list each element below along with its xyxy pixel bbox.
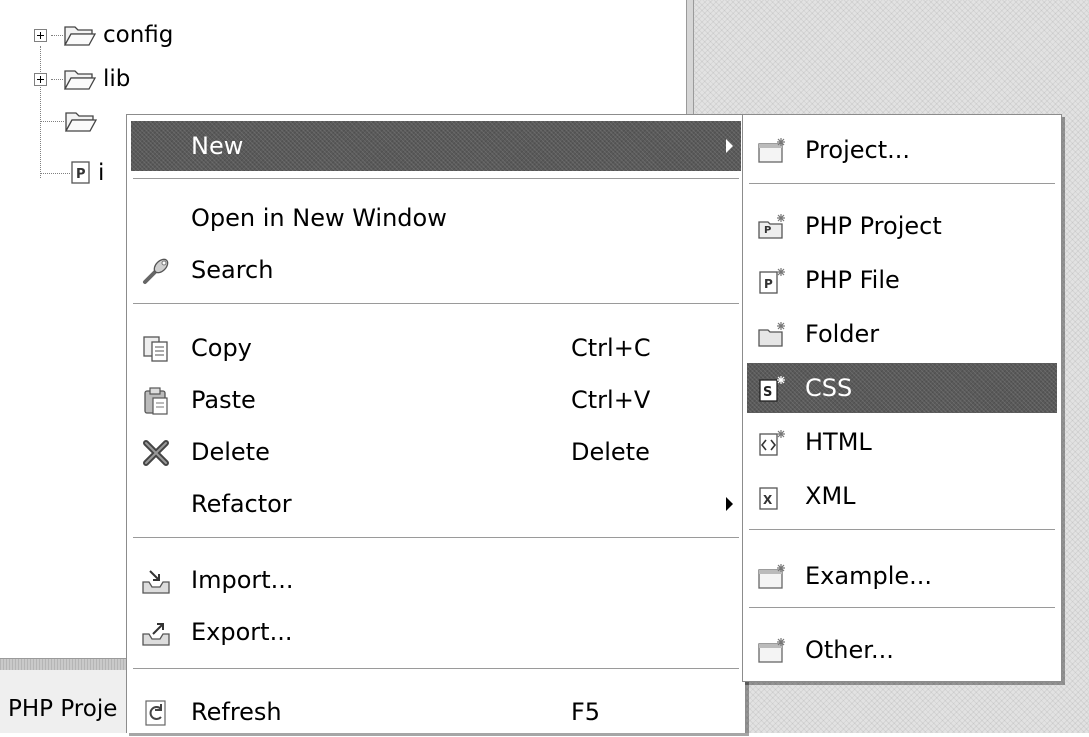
svg-text:X: X	[763, 493, 773, 507]
submenu-arrow-icon	[726, 497, 733, 511]
new-xml-file-icon: X	[757, 482, 787, 512]
folder-icon	[63, 23, 97, 47]
menu-separator	[133, 668, 739, 670]
menu-separator	[133, 178, 739, 180]
import-icon	[141, 566, 171, 596]
expand-icon[interactable]	[34, 72, 47, 86]
svg-text:P: P	[764, 277, 773, 291]
folder-icon	[63, 67, 97, 91]
context-menu: New Open in New Window Search Copy Ctrl+…	[126, 114, 746, 733]
tree-item-config[interactable]: config	[34, 18, 173, 52]
menu-item-import[interactable]: Import...	[131, 555, 741, 605]
new-other-wizard-icon	[757, 636, 787, 666]
menu-separator	[133, 303, 739, 305]
menu-item-shortcut: Delete	[571, 438, 650, 466]
submenu-item-example[interactable]: Example...	[747, 551, 1057, 601]
submenu-item-project[interactable]: Project...	[747, 125, 1057, 175]
menu-item-label: Refactor	[191, 490, 292, 518]
menu-item-label: PHP File	[805, 266, 900, 294]
flashlight-icon	[141, 256, 171, 286]
tree-item-label: lib	[103, 66, 131, 92]
menu-item-label: Open in New Window	[191, 204, 447, 232]
tree-item-label: i	[98, 160, 105, 186]
menu-separator	[749, 183, 1055, 185]
new-folder-icon	[757, 320, 787, 350]
status-text: PHP Proje	[8, 696, 118, 722]
menu-item-new[interactable]: New	[131, 121, 741, 171]
menu-item-label: Other...	[805, 636, 894, 664]
tree-connector	[40, 120, 64, 122]
menu-separator	[133, 537, 739, 539]
menu-separator	[749, 607, 1055, 609]
tree-connector	[51, 34, 63, 36]
expand-icon[interactable]	[34, 28, 47, 42]
menu-item-label: PHP Project	[805, 212, 942, 240]
menu-item-paste[interactable]: Paste Ctrl+V	[131, 375, 741, 425]
menu-item-label: Example...	[805, 562, 933, 590]
tree-item-selected-folder[interactable]	[40, 104, 104, 138]
tree-item-php-file[interactable]: P i	[40, 156, 104, 190]
submenu-item-folder[interactable]: Folder	[747, 309, 1057, 359]
tree-item-label: config	[103, 22, 174, 48]
copy-icon	[141, 334, 171, 364]
submenu-item-php-file[interactable]: P PHP File	[747, 255, 1057, 305]
paste-icon	[141, 386, 171, 416]
menu-item-copy[interactable]: Copy Ctrl+C	[131, 323, 741, 373]
tree-connector	[51, 78, 63, 80]
menu-item-refactor[interactable]: Refactor	[131, 479, 741, 529]
new-php-project-icon: P	[757, 212, 787, 242]
submenu-arrow-icon	[726, 139, 733, 153]
svg-text:P: P	[764, 225, 771, 236]
svg-text:S: S	[763, 385, 772, 400]
menu-item-label: CSS	[805, 374, 853, 402]
new-submenu: Project... P PHP Project P PHP File Fold…	[742, 114, 1062, 682]
menu-item-label: Export...	[191, 618, 293, 646]
tree-connector	[40, 172, 70, 174]
php-file-icon: P	[70, 160, 92, 186]
submenu-item-xml[interactable]: X XML	[747, 471, 1057, 521]
menu-item-shortcut: Ctrl+C	[571, 334, 651, 362]
menu-item-label: Copy	[191, 334, 252, 362]
menu-item-label: Search	[191, 256, 274, 284]
menu-item-label: Refresh	[191, 698, 282, 726]
submenu-item-php-project[interactable]: P PHP Project	[747, 201, 1057, 251]
menu-item-export[interactable]: Export...	[131, 607, 741, 657]
submenu-item-other[interactable]: Other...	[747, 625, 1057, 675]
new-project-wizard-icon	[757, 136, 787, 166]
menu-item-label: HTML	[805, 428, 872, 456]
menu-separator	[749, 529, 1055, 531]
new-example-wizard-icon	[757, 562, 787, 592]
export-icon	[141, 618, 171, 648]
menu-item-open-in-new-window[interactable]: Open in New Window	[131, 193, 741, 243]
menu-item-shortcut: F5	[571, 698, 601, 726]
submenu-item-css[interactable]: S CSS	[747, 363, 1057, 413]
menu-item-delete[interactable]: Delete Delete	[131, 427, 741, 477]
folder-icon	[64, 109, 98, 133]
new-html-file-icon	[757, 428, 787, 458]
menu-item-label: XML	[805, 482, 856, 510]
menu-item-shortcut: Ctrl+V	[571, 386, 651, 414]
menu-item-search[interactable]: Search	[131, 245, 741, 295]
menu-item-label: Import...	[191, 566, 294, 594]
refresh-icon	[141, 698, 171, 728]
tree-item-lib[interactable]: lib	[34, 62, 130, 96]
svg-text:P: P	[76, 167, 86, 182]
delete-x-icon	[141, 438, 171, 468]
new-php-file-icon: P	[757, 266, 787, 296]
menu-item-label: Paste	[191, 386, 256, 414]
menu-item-label: Project...	[805, 136, 910, 164]
submenu-item-html[interactable]: HTML	[747, 417, 1057, 467]
menu-item-label: Delete	[191, 438, 270, 466]
menu-item-label: New	[191, 132, 244, 160]
menu-item-refresh[interactable]: Refresh F5	[131, 687, 741, 737]
menu-item-label: Folder	[805, 320, 880, 348]
new-css-file-icon: S	[757, 374, 787, 404]
